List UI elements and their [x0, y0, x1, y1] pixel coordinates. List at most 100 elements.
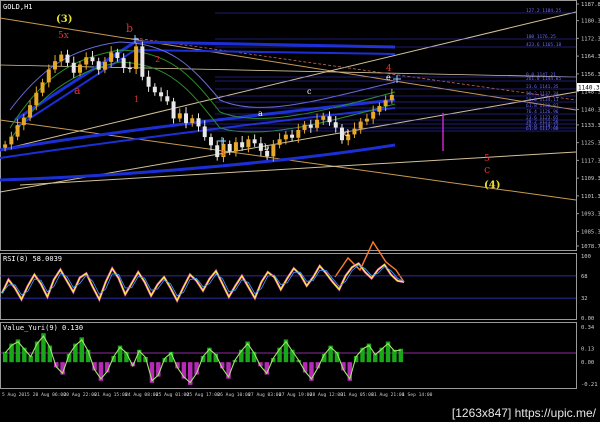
- rsi-tick-label: 32: [581, 296, 588, 302]
- candle-body: [134, 46, 139, 69]
- candle-body: [146, 76, 151, 87]
- wave-label-2: 2: [155, 55, 160, 64]
- candle-body: [21, 117, 26, 126]
- wave-label-5x: 5x: [58, 31, 69, 41]
- fib-level-label: 61.8 1130.87: [526, 103, 559, 109]
- price-axis: 1187.81180.31172.31164.31156.31148.31140…: [576, 2, 600, 250]
- price-tick-label: 1085.3: [581, 229, 600, 235]
- fib-level-label: 61.8 1117.88: [526, 126, 559, 132]
- wave-label-c-red: c: [484, 163, 490, 176]
- fib-level-label: 50.0 1134.11: [526, 97, 559, 103]
- candle-body: [315, 119, 320, 128]
- price-tick-label: 1180.3: [581, 19, 600, 25]
- candle-body: [34, 92, 39, 106]
- candle-body: [215, 145, 220, 158]
- candle-body: [127, 67, 132, 69]
- price-tick-label: 1125.3: [581, 141, 600, 147]
- candle-body: [184, 113, 189, 124]
- wave-label-wc: c: [307, 87, 312, 96]
- candle-body: [233, 142, 238, 152]
- fib-level-label: 100 1176.25: [526, 34, 556, 40]
- candle-body: [308, 124, 313, 128]
- value-title: Value_Yuri(9) 0.130: [3, 324, 83, 332]
- time-tick-label: 31 Aug 21:00: [371, 392, 404, 398]
- rsi-group: [0, 261, 576, 304]
- chart-window: GOLD,H1 RSI(8) 58.0039 Value_Yuri(9) 0.1…: [0, 0, 600, 422]
- candle-body: [208, 137, 213, 146]
- price-tick-label: 1109.3: [581, 176, 600, 182]
- time-tick-label: 21 Aug 15:00: [94, 392, 127, 398]
- value-bar: [392, 349, 397, 363]
- candle-body: [3, 144, 8, 148]
- candle-body: [327, 116, 332, 123]
- candle-body: [28, 105, 33, 118]
- price-tick-label: 1187.8: [581, 2, 600, 8]
- candle-body: [352, 128, 357, 135]
- time-tick-label: 5 Aug 2015: [2, 392, 30, 398]
- candle-body: [364, 118, 369, 122]
- time-tick-label: 24 Aug 08:00: [125, 392, 158, 398]
- price-tick-label: 1117.3: [581, 158, 600, 164]
- time-axis: 5 Aug 2015 20 Aug 06:0020 Aug 22:0021 Aug…: [2, 392, 433, 398]
- candle-body: [333, 122, 338, 128]
- time-tick-label: 1 Sep 14:00: [402, 392, 433, 398]
- candle-body: [283, 134, 288, 140]
- candle-body: [40, 82, 45, 93]
- main-chart-title: GOLD,H1: [3, 3, 33, 11]
- time-tick-label: 31 Aug 05:00: [340, 392, 373, 398]
- candle-body: [9, 136, 14, 145]
- price-tick-label: 1133.3: [581, 123, 600, 129]
- candle-body: [53, 61, 58, 70]
- value-tick-label: 0.13: [581, 347, 594, 353]
- candle-body: [196, 118, 201, 127]
- wave-label-3-red: 3: [220, 149, 225, 158]
- candle-body: [109, 52, 114, 62]
- value-bar: [9, 343, 14, 363]
- candle-body: [377, 106, 382, 112]
- candle-body: [240, 142, 245, 148]
- price-tick-label: 1078.7: [581, 244, 600, 250]
- candle-body: [271, 144, 276, 157]
- candle-body: [389, 94, 394, 101]
- candle-body: [371, 111, 376, 119]
- wave-labels: (3) (4) 5x b a 1 2 3 4 5 c a b c d e: [56, 14, 500, 191]
- candle-body: [152, 86, 157, 93]
- price-tick-label: 1101.3: [581, 194, 600, 200]
- candle-body: [71, 62, 76, 73]
- candle-body: [77, 64, 82, 73]
- fib-level-label: 76.4 1126.96: [526, 109, 559, 115]
- candle-body: [258, 143, 263, 151]
- price-tick-label: 1172.3: [581, 36, 600, 42]
- price-tick-label: 1164.3: [581, 54, 600, 60]
- wave-label-b: b: [126, 22, 133, 35]
- watermark: [1263x847] https://upic.me/: [451, 406, 596, 420]
- candle-body: [96, 61, 101, 70]
- main-pane-frame: [0, 0, 577, 251]
- wave-label-wa: a: [258, 109, 263, 118]
- candle-body: [177, 113, 182, 119]
- time-tick-label: 27 Aug 03:00: [248, 392, 281, 398]
- candle-body: [15, 125, 20, 137]
- time-tick-label: 27 Aug 19:00: [279, 392, 312, 398]
- candle-body: [246, 139, 251, 148]
- price-tick-label: 1140.3: [581, 107, 600, 113]
- candle-body: [102, 61, 107, 70]
- candle-body: [159, 92, 164, 97]
- wave-label-a: a: [74, 84, 81, 97]
- time-tick-label: 25 Aug 17:00: [187, 392, 220, 398]
- price-tick-label: 1093.3: [581, 212, 600, 218]
- rsi-tick-label: 68: [581, 274, 588, 280]
- wave-label-4: (4): [484, 180, 500, 191]
- candle-body: [252, 139, 257, 144]
- time-tick-label: 20 Aug 06:00: [33, 392, 66, 398]
- value-tick-label: 0.00: [581, 360, 594, 366]
- rsi-shadow-line: [0, 261, 405, 304]
- fib-level-label: 127.2 1184.25: [526, 8, 562, 14]
- candle-body: [171, 101, 176, 119]
- wave-label-wb: b: [264, 143, 269, 152]
- time-tick-label: 26 Aug 10:00: [217, 392, 250, 398]
- fib-level-label: 38.2 1137.34: [526, 91, 559, 97]
- candle-body: [358, 121, 363, 129]
- fib-labels: 127.2 1184.25100 1176.25423.6 1165.180.0…: [526, 8, 562, 132]
- wave-label-we: e: [386, 73, 391, 82]
